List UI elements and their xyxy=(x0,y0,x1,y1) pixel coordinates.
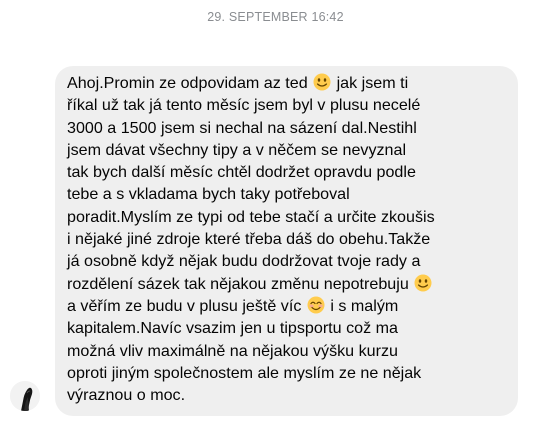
message-line: tebe a s vkladama bych taky potřeboval xyxy=(67,183,508,205)
message-line: jsem dávat všechny tipy a v něčem se nev… xyxy=(67,139,508,161)
message-line: tak bych další měsíc chtěl dodržet oprav… xyxy=(67,161,508,183)
slightly-smiling-face-icon xyxy=(414,274,432,292)
message-timestamp: 29. SEPTEMBER 16:42 xyxy=(207,10,344,24)
message-text-segment: poradit.Myslím ze typi od tebe stačí a u… xyxy=(67,207,435,226)
message-text-segment: jsem dávat všechny tipy a v něčem se nev… xyxy=(67,140,407,159)
message-line: poradit.Myslím ze typi od tebe stačí a u… xyxy=(67,206,508,228)
smiling-face-with-smiling-eyes-icon xyxy=(307,296,325,314)
message-text-segment: možná vliv maximálně na nějakou výšku ku… xyxy=(67,341,398,360)
message-text-segment: rozdělení sázek tak nějakou změnu nepotr… xyxy=(67,274,414,293)
message-text-segment: kapitalem.Navíc vsazim jen u tipsportu c… xyxy=(67,319,398,338)
message-bubble[interactable]: Ahoj.Promin ze odpovidam az ted jak jsem… xyxy=(55,66,518,416)
message-text-segment: výraznou o moc. xyxy=(67,386,186,405)
slightly-smiling-face-icon xyxy=(313,73,331,91)
message-line: Ahoj.Promin ze odpovidam az ted jak jsem… xyxy=(67,72,508,94)
message-text-segment: i s malým xyxy=(325,296,399,315)
message-text-segment: já osobně když nějak budu dodržovat tvoj… xyxy=(67,252,421,271)
message-line: oproti jiným společnostem ale myslím ze … xyxy=(67,362,508,384)
message-text: Ahoj.Promin ze odpovidam az ted jak jsem… xyxy=(67,72,508,406)
message-line: a věřím ze budu v plusu ještě víc i s ma… xyxy=(67,295,508,317)
message-text-segment: oproti jiným společnostem ale myslím ze … xyxy=(67,363,422,382)
avatar-image xyxy=(10,381,40,411)
message-text-segment: a věřím ze budu v plusu ještě víc xyxy=(67,296,306,315)
message-line: říkal už tak já tento měsíc jsem byl v p… xyxy=(67,94,508,116)
message-line: kapitalem.Navíc vsazim jen u tipsportu c… xyxy=(67,317,508,339)
message-line: výraznou o moc. xyxy=(67,384,508,406)
message-line: i nějaké jiné zdroje které třeba dáš do … xyxy=(67,228,508,250)
message-text-segment: tebe a s vkladama bych taky potřeboval xyxy=(67,185,350,204)
message-text-segment: jak jsem ti xyxy=(332,74,409,92)
message-text-segment: říkal už tak já tento měsíc jsem byl v p… xyxy=(67,96,421,115)
message-text-segment: 3000 a 1500 jsem si nechal na sázení dal… xyxy=(67,118,417,137)
contact-avatar[interactable] xyxy=(10,381,40,411)
message-line: já osobně když nějak budu dodržovat tvoj… xyxy=(67,250,508,272)
message-line: rozdělení sázek tak nějakou změnu nepotr… xyxy=(67,273,508,295)
message-text-segment: i nějaké jiné zdroje které třeba dáš do … xyxy=(67,230,431,249)
message-text-segment: tak bych další měsíc chtěl dodržet oprav… xyxy=(67,163,416,182)
message-text-segment: Ahoj.Promin ze odpovidam az ted xyxy=(67,74,313,92)
message-line: 3000 a 1500 jsem si nechal na sázení dal… xyxy=(67,117,508,139)
message-line: možná vliv maximálně na nějakou výšku ku… xyxy=(67,340,508,362)
